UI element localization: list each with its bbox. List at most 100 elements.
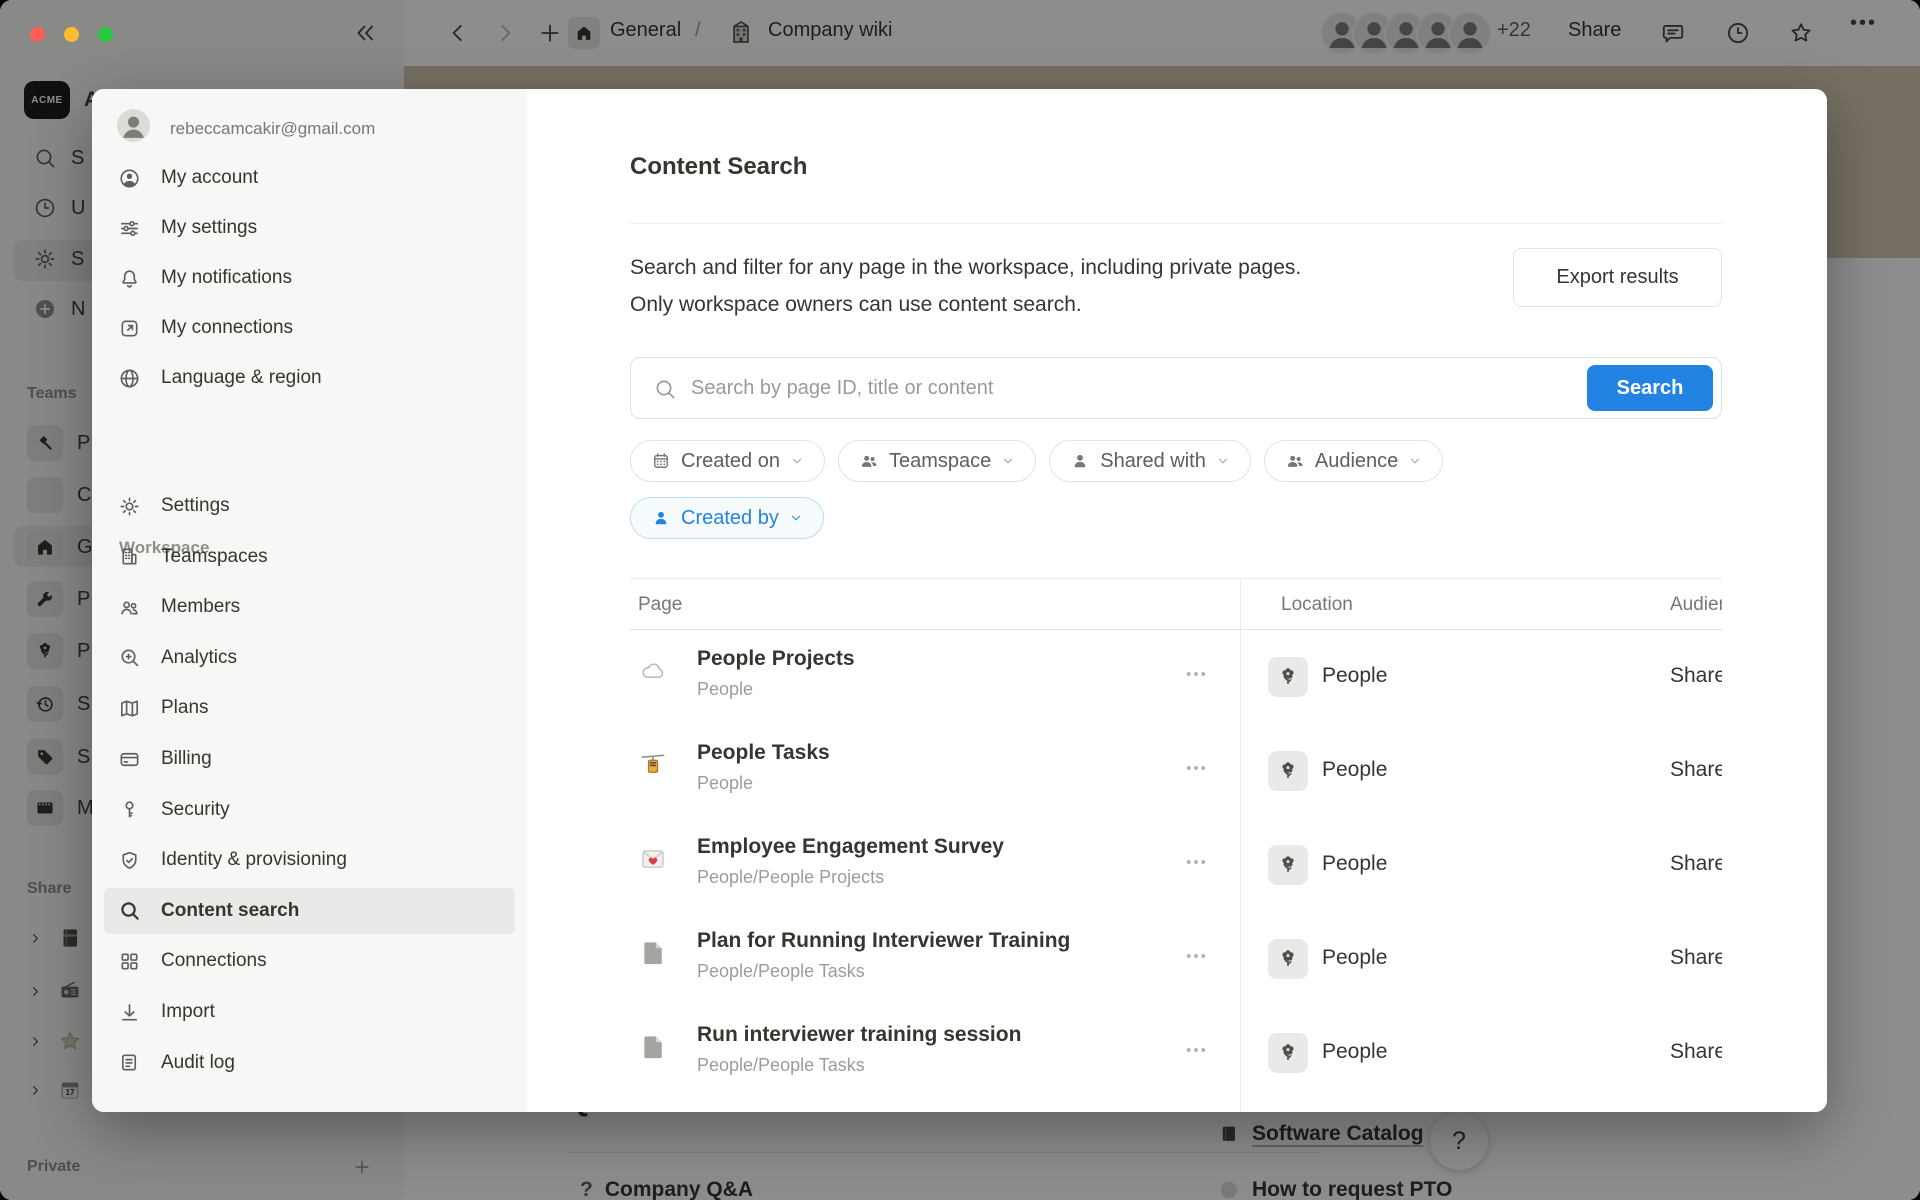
filter-teamspace[interactable]: Teamspace — [838, 440, 1036, 482]
sliders-icon — [118, 217, 141, 240]
table-header: Page Location Audience — [630, 578, 1722, 630]
filter-audience[interactable]: Audience — [1264, 440, 1443, 482]
map-icon — [118, 697, 141, 720]
row-more-icon[interactable]: ••• — [1175, 854, 1219, 876]
tramway-icon — [638, 750, 668, 780]
export-results-button[interactable]: Export results — [1513, 248, 1722, 307]
menu-language-region[interactable]: Language & region — [104, 355, 515, 401]
settings-modal: rebeccamcakir@gmail.com My accountMy set… — [92, 89, 1827, 1112]
love-letter-icon — [638, 844, 668, 874]
table-row: People TasksPeople•••PeopleShared — [630, 724, 1722, 818]
audience-value: Shared — [1670, 664, 1722, 688]
globe-icon — [118, 367, 141, 390]
menu-item-label: Content search — [161, 900, 299, 922]
menu-plans[interactable]: Plans — [104, 685, 515, 731]
menu-members[interactable]: Members — [104, 584, 515, 630]
page-title: Employee Engagement Survey — [697, 835, 1004, 859]
menu-my-connections[interactable]: My connections — [104, 305, 515, 351]
menu-content-search[interactable]: Content search — [104, 888, 515, 934]
menu-my-settings[interactable]: My settings — [104, 205, 515, 251]
page-title: Content Search — [630, 153, 807, 181]
filter-created-on[interactable]: Created on — [630, 440, 825, 482]
page-icon — [638, 1032, 668, 1062]
filter-label: Created by — [681, 507, 779, 530]
gear-icon — [118, 495, 141, 518]
chevron-down-icon — [790, 454, 804, 468]
menu-identity[interactable]: Identity & provisioning — [104, 837, 515, 883]
people-fill-icon — [1285, 451, 1305, 471]
chevron-down-icon — [789, 511, 803, 525]
page-icon — [638, 938, 668, 968]
filter-created-by[interactable]: Created by — [630, 497, 824, 539]
row-more-icon[interactable]: ••• — [1175, 1042, 1219, 1064]
menu-billing[interactable]: Billing — [104, 736, 515, 782]
filter-label: Audience — [1315, 450, 1398, 473]
people-fill-icon — [859, 451, 879, 471]
column-header-location: Location — [1281, 594, 1353, 616]
menu-teamspaces[interactable]: Teamspaces — [104, 534, 515, 580]
chevron-down-icon — [1216, 454, 1230, 468]
teamspace-flower-icon — [1268, 939, 1308, 979]
audience-value: Shared — [1670, 946, 1722, 970]
page-path: People/People Projects — [697, 867, 1004, 888]
window-close-button[interactable] — [30, 27, 45, 42]
menu-security[interactable]: Security — [104, 787, 515, 833]
window-minimize-button[interactable] — [64, 27, 79, 42]
person-fill-icon — [1070, 451, 1090, 471]
menu-connections[interactable]: Connections — [104, 938, 515, 984]
filter-label: Created on — [681, 450, 780, 473]
external-icon — [118, 317, 141, 340]
page-title-cell[interactable]: Run interviewer training sessionPeople/P… — [697, 1023, 1021, 1076]
menu-settings[interactable]: Settings — [104, 483, 515, 529]
menu-item-label: Plans — [161, 697, 209, 719]
page-title: Plan for Running Interviewer Training — [697, 929, 1070, 953]
menu-import[interactable]: Import — [104, 989, 515, 1035]
results-table: Page Location Audience People ProjectsPe… — [630, 578, 1722, 1112]
search-icon — [653, 377, 677, 401]
settings-content: Content Search Search and filter for any… — [527, 89, 1827, 1112]
menu-item-label: Analytics — [161, 647, 237, 669]
menu-my-notifications[interactable]: My notifications — [104, 255, 515, 301]
filter-shared-with[interactable]: Shared with — [1049, 440, 1251, 482]
row-more-icon[interactable]: ••• — [1175, 948, 1219, 970]
column-header-audience: Audience — [1670, 594, 1722, 616]
audience-value: Shared — [1670, 758, 1722, 782]
location-name: People — [1322, 664, 1387, 688]
page-title-cell[interactable]: Employee Engagement Survey People/People … — [697, 835, 1004, 888]
teamspace-flower-icon — [1268, 1033, 1308, 1073]
analytics-icon — [118, 646, 141, 669]
location-name: People — [1322, 852, 1387, 876]
column-header-page: Page — [638, 594, 682, 616]
filter-label: Teamspace — [889, 450, 991, 473]
menu-item-label: Import — [161, 1001, 215, 1023]
window-zoom-button[interactable] — [98, 27, 113, 42]
search-input[interactable] — [689, 359, 1549, 417]
cloud-icon — [638, 656, 668, 686]
location-name: People — [1322, 946, 1387, 970]
page-title: People Tasks — [697, 741, 830, 765]
menu-item-label: Identity & provisioning — [161, 849, 347, 871]
search-box: Search — [630, 357, 1722, 419]
row-more-icon[interactable]: ••• — [1175, 666, 1219, 688]
search-button[interactable]: Search — [1587, 365, 1713, 411]
members-icon — [118, 596, 141, 619]
search-bold-icon — [118, 899, 141, 922]
menu-my-account[interactable]: My account — [104, 155, 515, 201]
flower-icon — [1276, 759, 1300, 783]
bell-icon — [118, 267, 141, 290]
menu-item-label: Settings — [161, 495, 230, 517]
chevron-down-icon — [1408, 454, 1422, 468]
menu-analytics[interactable]: Analytics — [104, 635, 515, 681]
menu-item-label: Billing — [161, 748, 212, 770]
menu-item-label: My connections — [161, 317, 293, 339]
menu-item-label: Connections — [161, 950, 267, 972]
chevron-down-icon — [1001, 454, 1015, 468]
row-more-icon[interactable]: ••• — [1175, 760, 1219, 782]
page-title-cell[interactable]: Plan for Running Interviewer TrainingPeo… — [697, 929, 1070, 982]
grid-icon — [118, 950, 141, 973]
page-title-cell[interactable]: People TasksPeople — [697, 741, 830, 794]
download-icon — [118, 1001, 141, 1024]
menu-audit-log[interactable]: Audit log — [104, 1040, 515, 1086]
page-title-cell[interactable]: People ProjectsPeople — [697, 647, 855, 700]
building-icon — [118, 545, 141, 568]
